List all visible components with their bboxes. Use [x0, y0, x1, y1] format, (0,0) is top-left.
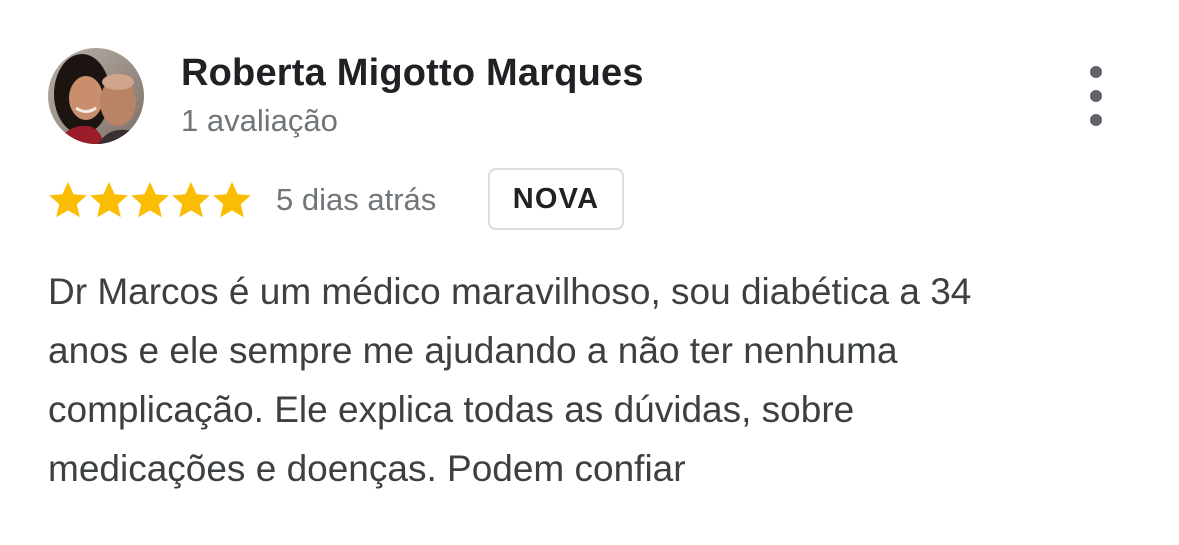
star-rating	[48, 181, 258, 219]
review-text-line: medicações e doenças. Podem confiar	[48, 448, 686, 489]
star-icon	[48, 181, 88, 219]
more-options-button[interactable]	[1076, 64, 1116, 128]
rating-row: 5 dias atrás NOVA	[48, 168, 748, 232]
review-text-line: complicação. Ele explica todas as dúvida…	[48, 389, 855, 430]
star-icon	[89, 181, 129, 219]
review-text-line: anos e ele sempre me ajudando a não ter …	[48, 330, 898, 371]
avatar[interactable]	[48, 48, 144, 144]
new-badge: NOVA	[488, 168, 624, 230]
review-date: 5 dias atrás	[276, 182, 437, 217]
review-card: Roberta Migotto Marques 1 avaliação 5 di…	[0, 0, 1179, 545]
reviewer-review-count: 1 avaliação	[181, 103, 338, 138]
star-icon	[212, 181, 252, 219]
reviewer-name[interactable]: Roberta Migotto Marques	[181, 52, 644, 95]
avatar-photo	[48, 48, 144, 144]
more-vert-icon-dot	[1090, 90, 1102, 102]
review-text-line: Dr Marcos é um médico maravilhoso, sou d…	[48, 271, 972, 312]
star-icon	[130, 181, 170, 219]
more-vert-icon-dot	[1090, 114, 1102, 126]
review-text: Dr Marcos é um médico maravilhoso, sou d…	[48, 262, 1138, 498]
star-icon	[171, 181, 211, 219]
more-vert-icon	[1090, 66, 1102, 78]
